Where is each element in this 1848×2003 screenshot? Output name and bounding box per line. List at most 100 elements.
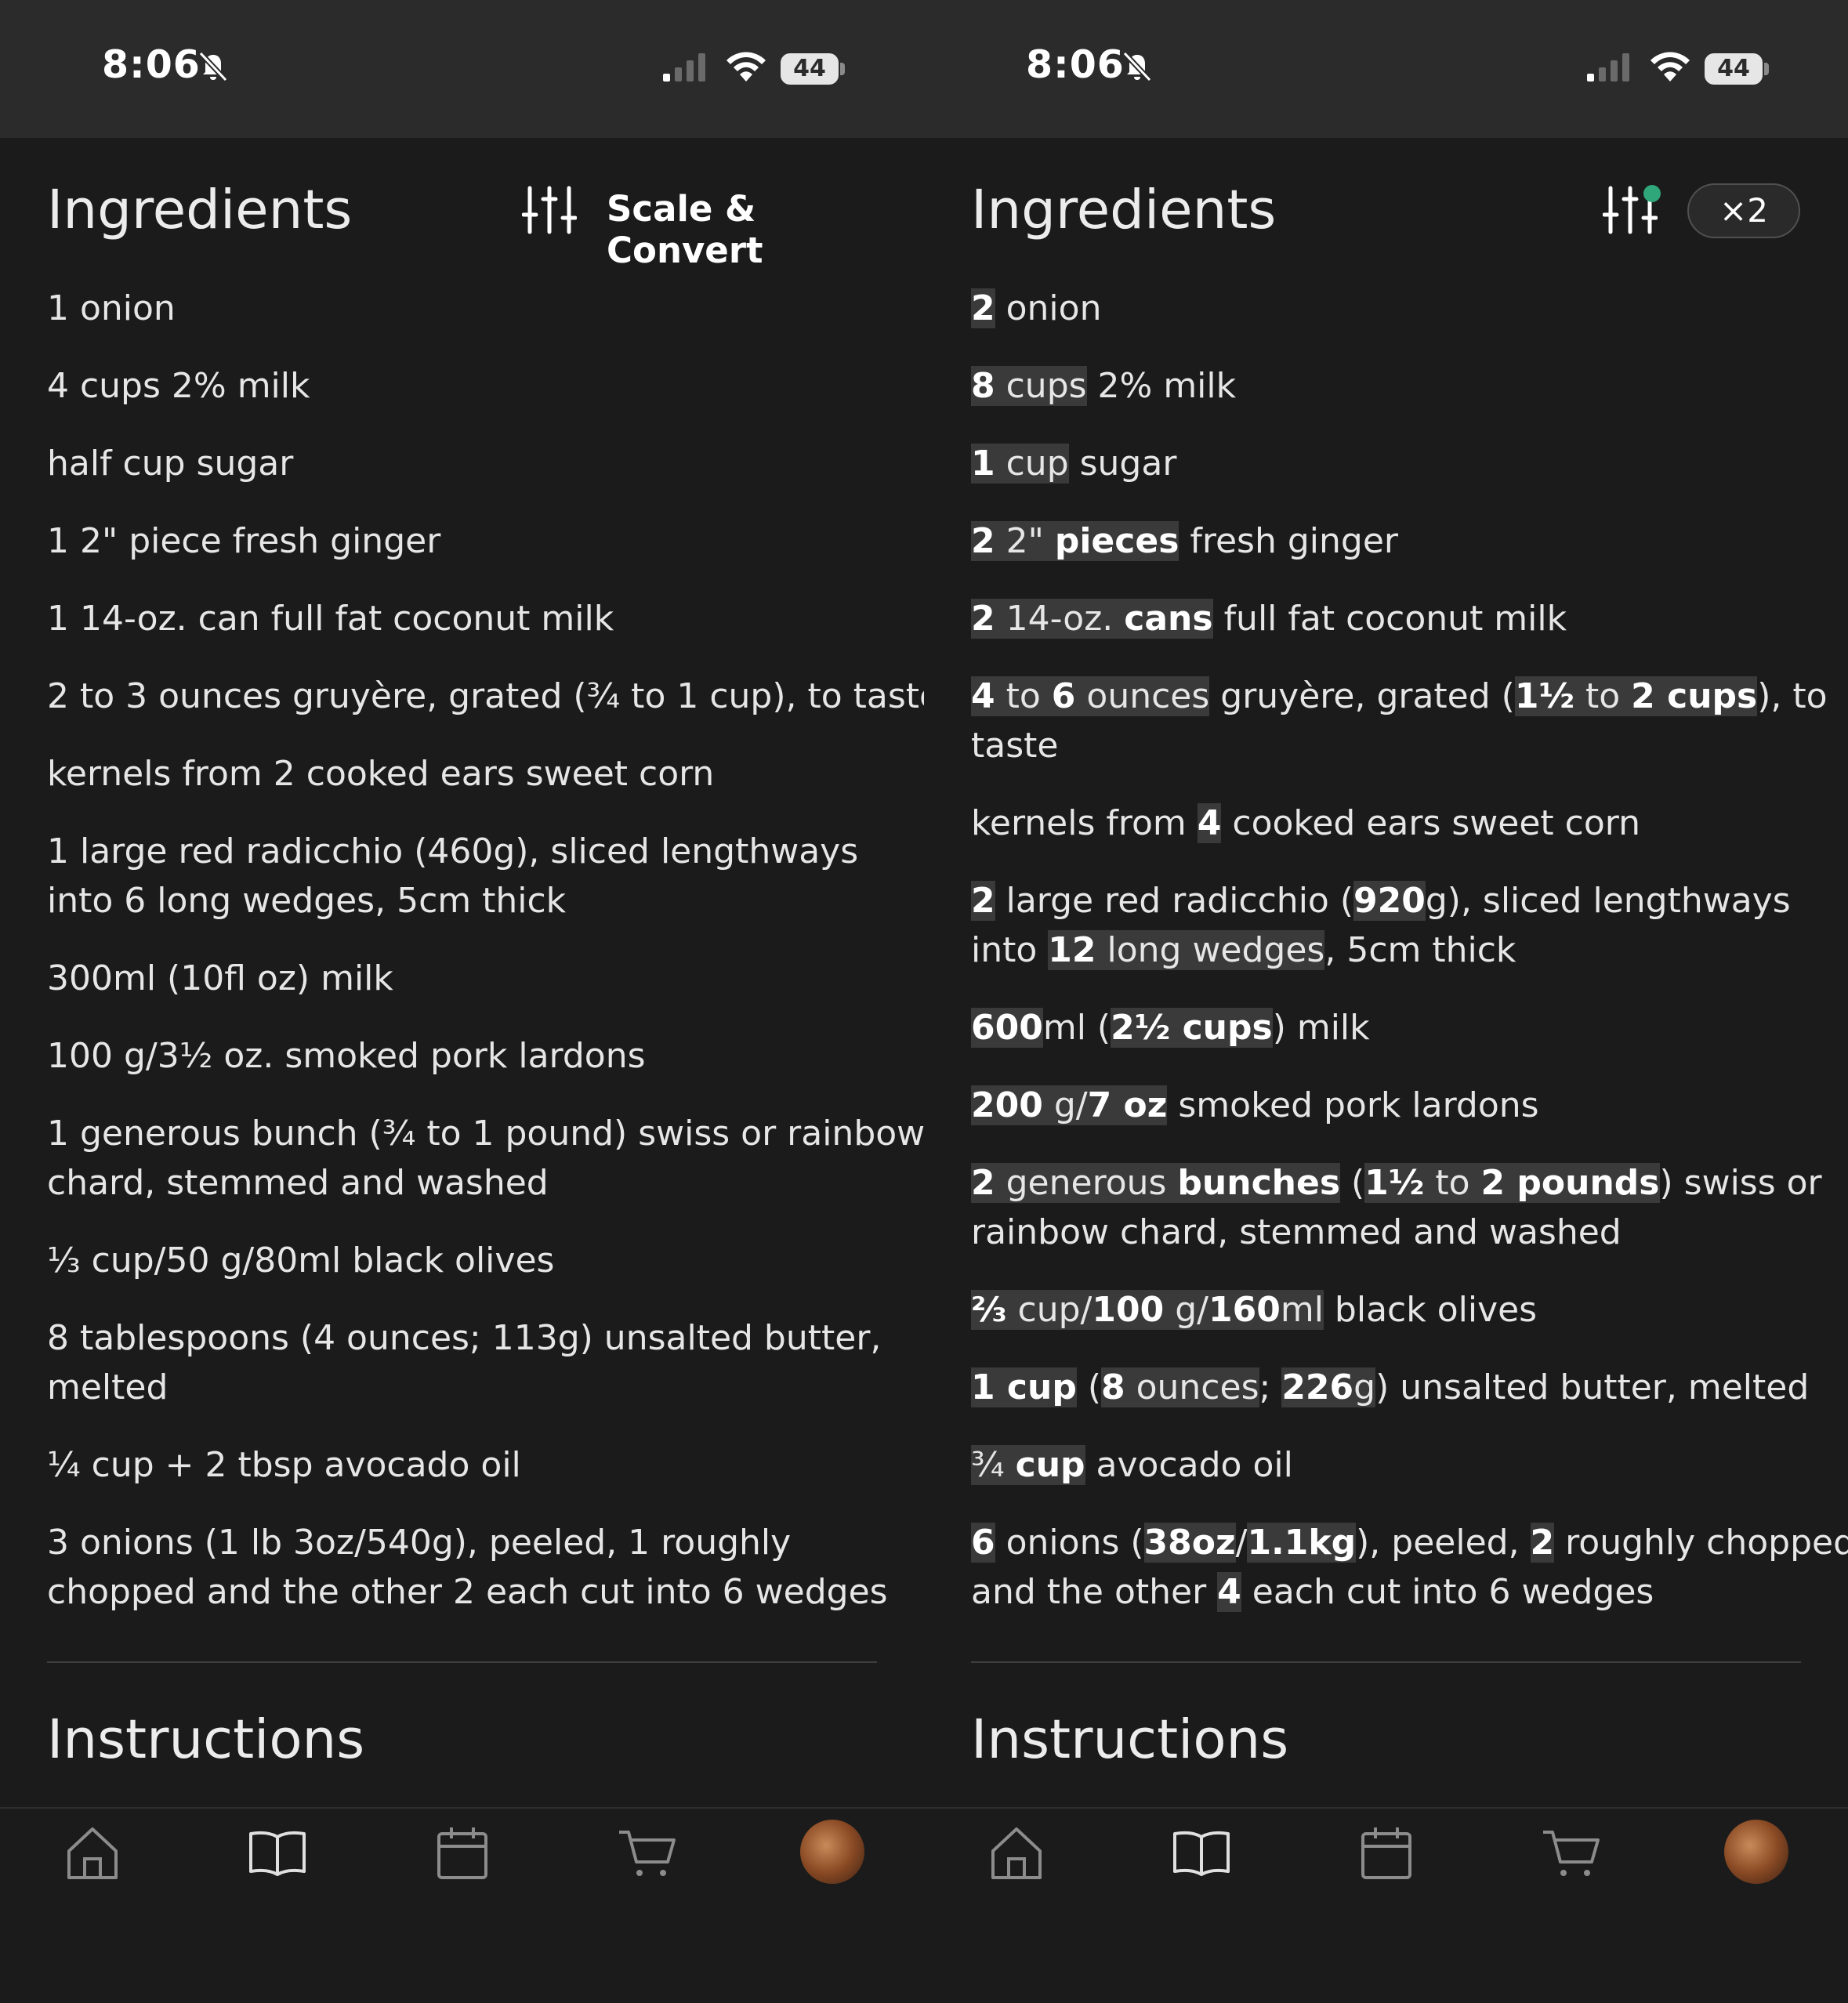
qty: 2 cups <box>1631 676 1758 716</box>
text: ml ( <box>1042 1008 1111 1048</box>
cart-icon[interactable] <box>1540 1821 1603 1884</box>
text: onion <box>995 288 1102 328</box>
calendar-icon[interactable] <box>431 1821 494 1884</box>
text: ( <box>1076 1367 1101 1407</box>
ingredients-heading: Ingredients <box>47 179 353 241</box>
text: sugar <box>1068 444 1177 484</box>
text: / <box>1235 1523 1248 1563</box>
ingredient-item: 1 2" piece fresh ginger <box>47 521 441 561</box>
qty: 6 <box>1051 676 1076 716</box>
instructions-heading: Instructions <box>971 1708 1289 1771</box>
signal-icon <box>663 53 705 81</box>
ingredient-item: 2 2" pieces fresh ginger <box>971 516 1817 566</box>
cart-icon[interactable] <box>616 1821 679 1884</box>
ingredient-line: 3 onions (1 lb 3oz/540g), peeled, 1 roug… <box>47 1523 792 1563</box>
avatar[interactable] <box>800 1820 864 1884</box>
ingredient-item: 4 to 6 ounces gruyère, grated (1½ to 2 c… <box>971 672 1828 770</box>
text: to <box>995 676 1052 716</box>
unit: ounces <box>1075 676 1210 716</box>
ingredient-item: 2 generous bunches (1½ to 2 pounds) swis… <box>971 1158 1822 1257</box>
wifi-icon <box>727 52 766 81</box>
section-divider <box>971 1661 1801 1663</box>
unit: cup <box>995 444 1069 484</box>
ingredient-item: 200 g/7 oz smoked pork lardons <box>971 1081 1817 1130</box>
ingredient-item: 300ml (10fl oz) milk <box>47 958 393 998</box>
ingredient-item: 6 onions (38oz/1.1kg), peeled, 2 roughly… <box>971 1518 1848 1617</box>
ingredient-item: 600ml (2½ cups) milk <box>971 1003 1817 1052</box>
ingredient-line: taste <box>971 726 1059 766</box>
unit: bunches <box>1177 1163 1341 1203</box>
home-icon[interactable] <box>61 1821 124 1884</box>
text: to <box>1424 1163 1481 1203</box>
unit: long wedges <box>1096 930 1325 970</box>
active-indicator-dot <box>1643 185 1661 202</box>
unit: pieces <box>1054 521 1179 561</box>
phone-screen-right: 8:06 44 Ingredients ×2 2 onion 8 cups 2%… <box>924 0 1848 2003</box>
text: 2% milk <box>1086 366 1237 406</box>
unit: ounces <box>1125 1367 1259 1407</box>
ingredient-item: 2 onion <box>971 284 1817 333</box>
status-bar: 8:06 44 <box>0 0 924 138</box>
text: large red radicchio ( <box>995 881 1353 921</box>
ingredient-line: into 12 long wedges, 5cm thick <box>971 925 1817 975</box>
qty: 2 <box>971 288 995 328</box>
text: fresh ginger <box>1179 521 1398 561</box>
ingredients-list: 2 onion 8 cups 2% milk 1 cup sugar 2 2" … <box>971 284 1848 1645</box>
unit: cup <box>1015 1445 1085 1485</box>
qty: 920 <box>1353 881 1426 921</box>
qty: 38oz <box>1143 1523 1236 1563</box>
qty: 4 <box>1217 1572 1241 1612</box>
home-icon[interactable] <box>985 1821 1048 1884</box>
text: ) swiss or <box>1659 1163 1822 1203</box>
qty: 2 pounds <box>1480 1163 1660 1203</box>
avatar[interactable] <box>1724 1820 1788 1884</box>
qty: 4 <box>1197 803 1222 843</box>
qty: 1½ <box>1364 1163 1425 1203</box>
ingredient-item: 3 onions (1 lb 3oz/540g), peeled, 1 roug… <box>47 1518 893 1617</box>
text: g), sliced lengthways <box>1425 881 1791 921</box>
section-divider <box>47 1661 877 1663</box>
ingredients-list: 1 onion 4 cups 2% milk half cup sugar 1 … <box>47 284 924 1645</box>
qty: 226 <box>1281 1367 1354 1407</box>
unit: cans <box>1124 599 1213 639</box>
qty: 2½ cups <box>1111 1008 1273 1048</box>
book-icon[interactable] <box>1170 1821 1233 1884</box>
unit: g <box>1353 1367 1376 1407</box>
text: gruyère, grated ( <box>1209 676 1515 716</box>
qty: 4 <box>971 676 995 716</box>
text: to <box>1574 676 1632 716</box>
text: black olives <box>1323 1290 1538 1330</box>
ingredient-line: 6 onions (38oz/1.1kg), peeled, 2 roughly… <box>971 1518 1848 1567</box>
battery-level: 44 <box>781 53 839 85</box>
phone-screen-left: 8:06 44 Ingredients Scale & Convert 1 on… <box>0 0 924 2003</box>
text: full fat coconut milk <box>1212 599 1567 639</box>
qty: 1.1kg <box>1247 1523 1357 1563</box>
ingredient-item: 1 generous bunch (¾ to 1 pound) swiss or… <box>47 1109 924 1208</box>
instructions-heading: Instructions <box>47 1708 365 1771</box>
ingredient-line: 8 tablespoons (4 ounces; 113g) unsalted … <box>47 1318 882 1358</box>
ingredient-item: ⅓ cup/50 g/80ml black olives <box>47 1241 555 1280</box>
qty: 600 <box>971 1008 1043 1048</box>
text: kernels from <box>971 803 1198 843</box>
qty: 6 <box>971 1523 995 1563</box>
scale-convert-button[interactable]: Scale & Convert <box>607 188 924 271</box>
ingredient-line: 1 large red radicchio (460g), sliced len… <box>47 831 859 871</box>
ingredient-item: 2 large red radicchio (920g), sliced len… <box>971 876 1817 975</box>
ingredient-line: 2 generous bunches (1½ to 2 pounds) swis… <box>971 1158 1822 1208</box>
calendar-icon[interactable] <box>1355 1821 1418 1884</box>
ingredient-item: 2 14-oz. cans full fat coconut milk <box>971 594 1817 643</box>
book-icon[interactable] <box>246 1821 309 1884</box>
unit: cups <box>995 366 1087 406</box>
qty: 2 <box>971 1163 995 1203</box>
signal-icon <box>1587 53 1629 81</box>
scale-multiplier-pill[interactable]: ×2 <box>1687 183 1800 238</box>
text: and the other <box>971 1572 1218 1612</box>
ingredient-item: 1 14-oz. can full fat coconut milk <box>47 599 614 639</box>
qty: 2 <box>1530 1523 1555 1563</box>
qty: 1 cup <box>971 1367 1077 1407</box>
status-time: 8:06 <box>1026 42 1125 87</box>
text: 2" <box>995 521 1055 561</box>
text: ), to <box>1757 676 1828 716</box>
qty: ¾ <box>971 1445 1016 1485</box>
sliders-icon[interactable] <box>522 185 577 235</box>
